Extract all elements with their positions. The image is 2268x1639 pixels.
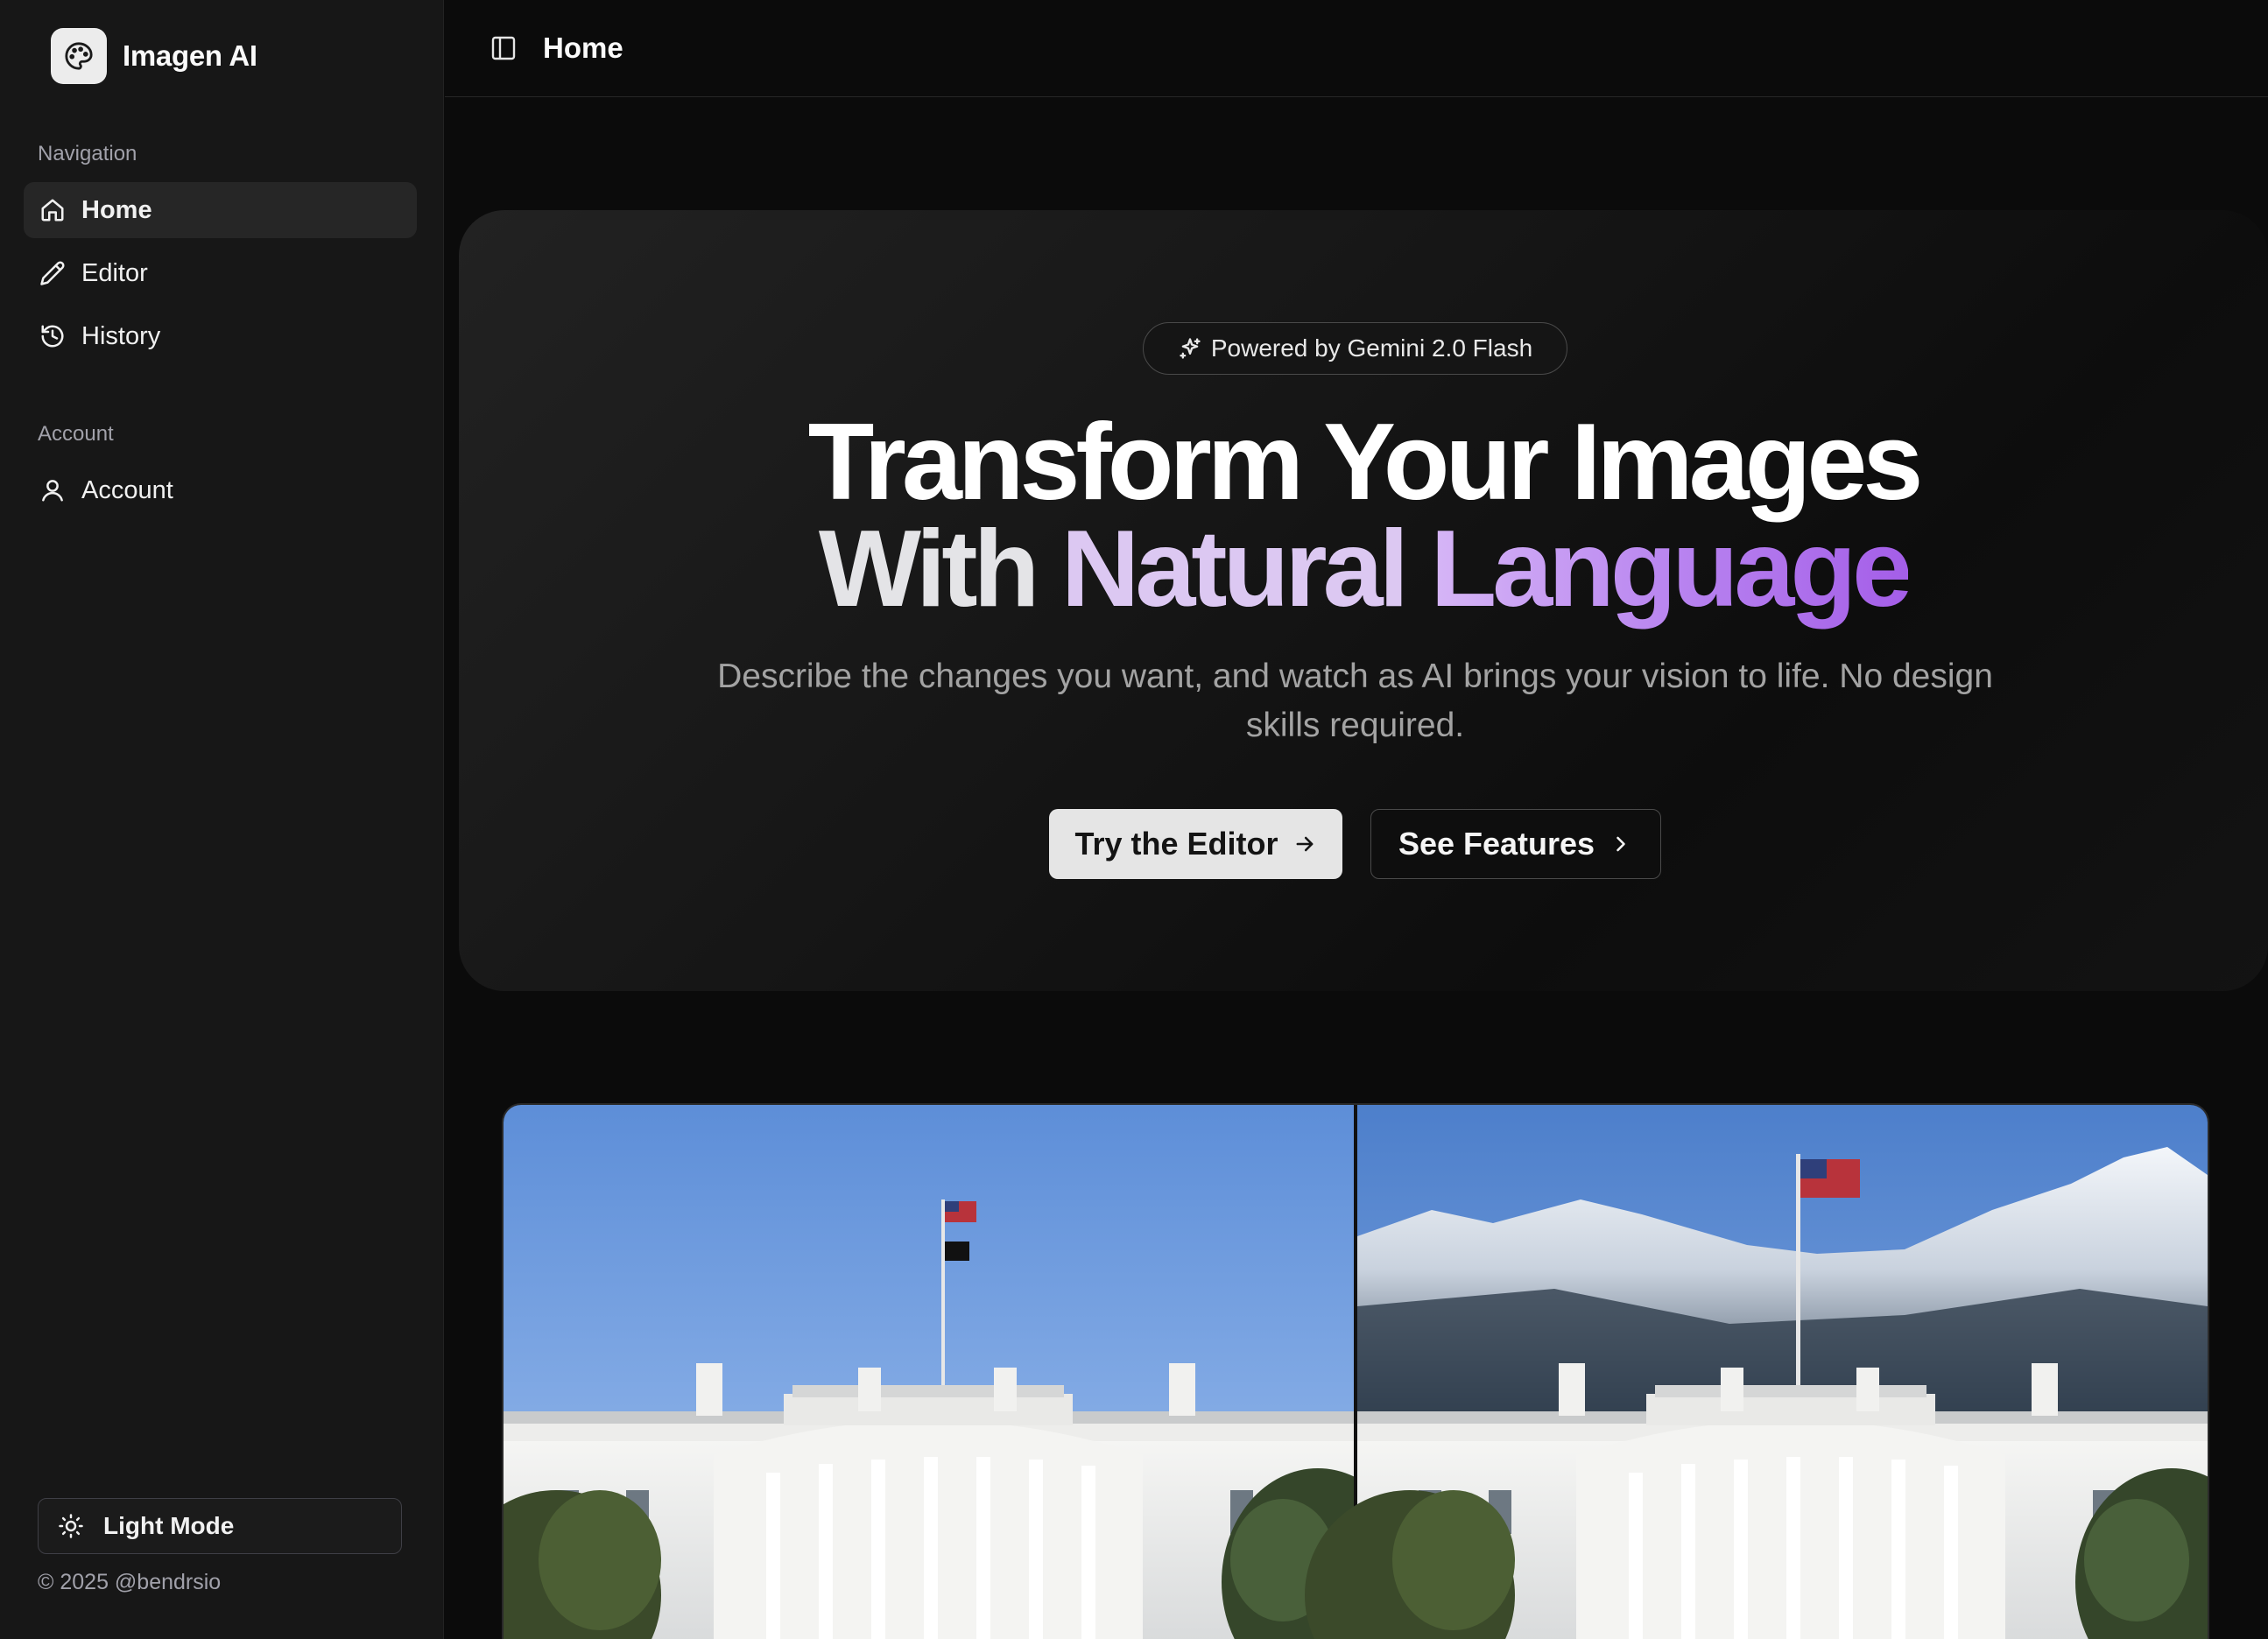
before-image (504, 1105, 1414, 1639)
before-after-comparison[interactable] (502, 1103, 2209, 1639)
app-name: Imagen AI (123, 39, 257, 72)
chevron-right-icon (1609, 832, 1633, 856)
pencil-icon (38, 258, 67, 288)
theme-toggle-label: Light Mode (103, 1512, 235, 1539)
sidebar: Imagen AI Navigation Home Editor History… (0, 0, 444, 1639)
palette-icon (51, 28, 107, 84)
sidebar-toggle-icon (490, 34, 518, 62)
user-icon (38, 475, 67, 505)
sparkles-icon (1178, 336, 1202, 361)
app-root: Imagen AI Navigation Home Editor History… (0, 0, 2268, 1639)
sidebar-item-history[interactable]: History (24, 308, 417, 364)
see-features-label: See Features (1398, 826, 1595, 862)
sidebar-item-home[interactable]: Home (24, 182, 417, 238)
headline-word-with: With (818, 509, 1039, 630)
account-section-label: Account (38, 422, 114, 446)
try-editor-label: Try the Editor (1074, 826, 1278, 862)
topbar: Home (445, 0, 2268, 97)
brand[interactable]: Imagen AI (51, 28, 257, 84)
badge-label: Powered by Gemini 2.0 Flash (1210, 334, 1533, 362)
arrow-right-icon (1292, 832, 1317, 856)
see-features-button[interactable]: See Features (1370, 809, 1661, 879)
sidebar-item-label: Account (81, 475, 173, 504)
page-title: Home (543, 32, 623, 64)
hero-subtitle: Describe the changes you want, and watch… (717, 658, 1993, 744)
history-icon (38, 321, 67, 351)
sidebar-item-account[interactable]: Account (24, 462, 417, 518)
sidebar-item-label: Editor (81, 258, 148, 287)
headline-word-natural: Natural (1060, 509, 1409, 630)
comparison-illustration (504, 1105, 2208, 1639)
sidebar-item-editor[interactable]: Editor (24, 245, 417, 301)
hero-headline-line2: With Natural Language (459, 515, 2268, 623)
sidebar-item-label: History (81, 321, 161, 350)
home-icon (38, 195, 67, 225)
hero-headline-line1: Transform Your Images (807, 402, 1924, 523)
sidebar-toggle-button[interactable] (482, 26, 525, 70)
headline-word-language: Language (1430, 509, 1912, 630)
copyright: © 2025 @bendrsio (38, 1570, 222, 1594)
theme-toggle-button[interactable]: Light Mode (38, 1498, 402, 1554)
sun-icon (58, 1513, 84, 1539)
powered-by-badge: Powered by Gemini 2.0 Flash (1143, 322, 1567, 375)
sidebar-item-label: Home (81, 195, 152, 224)
try-editor-button[interactable]: Try the Editor (1049, 809, 1342, 879)
after-image (1305, 1105, 2208, 1639)
navigation-section-label: Navigation (38, 142, 137, 165)
